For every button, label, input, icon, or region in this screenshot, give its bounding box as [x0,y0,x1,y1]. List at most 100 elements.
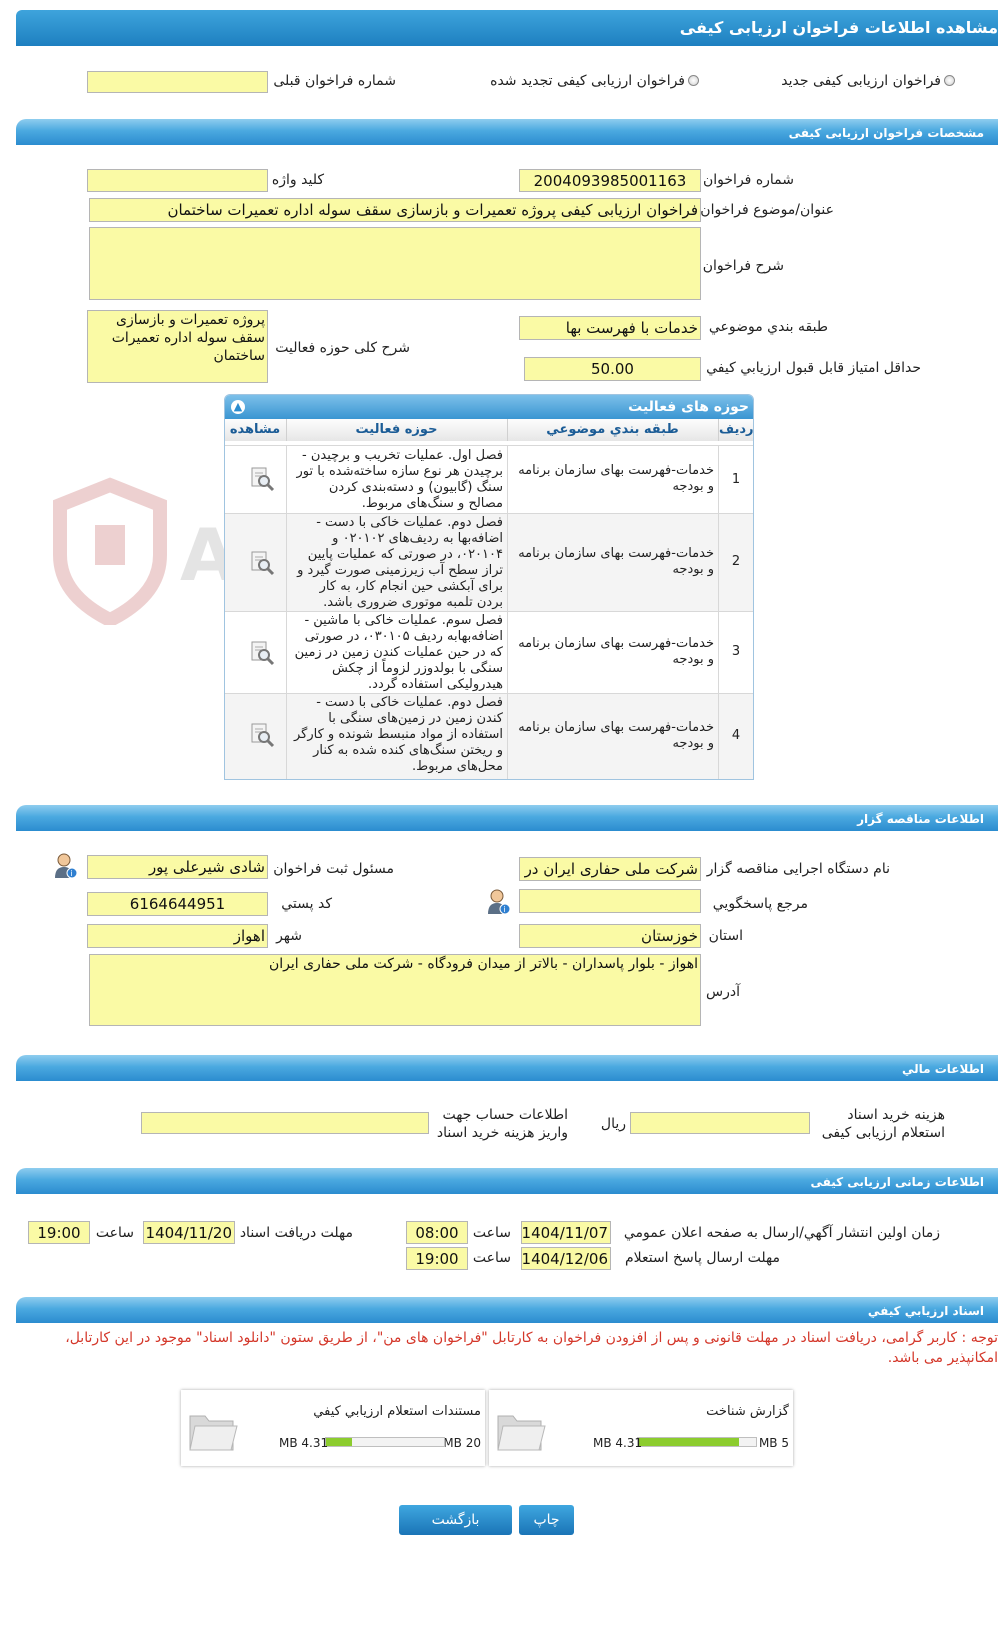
address-field[interactable]: اهواز - بلوار پاسداران - بالاتر از میدان… [89,954,701,1026]
doc-max-size: 5 MB [758,1436,789,1450]
doc-size: 4.31 MB [279,1436,329,1450]
cost-label: هزینه خرید اسناد استعلام ارزیابی کیفی [821,1107,945,1141]
registrar-user-info-icon[interactable]: i [54,853,78,879]
row-index: 2 [731,554,741,569]
registrar-field[interactable]: شادی شیرعلی پور [87,855,268,879]
svg-text:i: i [71,869,73,878]
receive-date-field[interactable]: 1404/11/20 [143,1221,235,1244]
response-time-field[interactable]: 19:00 [406,1247,468,1270]
col-index: رديف [719,419,753,441]
response-time-label: ساعت [472,1250,511,1266]
section-org-title: اطلاعات مناقصه گزار [857,812,984,826]
collapse-icon[interactable]: ▲ [231,400,245,414]
prev-number-label: شماره فراخوان قبلی [273,73,396,89]
category-label: طبقه بندي موضوعي [708,319,828,335]
row-category: خدمات-فهرست بهای سازمان برنامه و بودجه [518,463,714,494]
address-label: آدرس [706,984,740,1000]
publish-date-field[interactable]: 1404/11/07 [521,1221,611,1244]
doc-progress-fill [638,1438,740,1446]
respondent-field[interactable] [519,889,701,913]
province-label: استان [708,928,743,944]
svg-text:i: i [504,905,506,914]
radio-new-label: فراخوان ارزیابی کیفی جدید [781,73,941,89]
publish-time-label: ساعت [472,1225,511,1241]
activity-desc-field[interactable]: پروژه تعمیرات و بازسازی سقف سوله اداره ت… [87,310,268,383]
section-time-header: اطلاعات زمانی ارزیابی کیفی [16,1168,998,1194]
number-label: شماره فراخوان [703,172,794,188]
section-docs-title: اسناد ارزيابي کيفي [867,1304,984,1318]
radio-renewed-label: فراخوان ارزیابی کیفی تجدید شده [490,73,685,89]
doc-progress-bar [325,1437,445,1447]
org-label: نام دستگاه اجرایی مناقصه گزار [706,861,890,877]
response-date-field[interactable]: 1404/12/06 [521,1247,611,1270]
respondent-user-info-icon[interactable]: i [487,889,511,915]
print-button[interactable]: چاپ [519,1505,574,1535]
folder-icon [497,1415,546,1451]
subject-label: عنوان/موضوع فراخوان [700,202,834,218]
account-field[interactable] [141,1112,429,1134]
row-index: 1 [731,472,741,487]
table-row: 1 خدمات-فهرست بهای سازمان برنامه و بودجه… [225,445,753,514]
doc-card[interactable]: مستندات استعلام ارزيابي کيفي 20 MB 4.31 … [181,1390,485,1466]
min-score-label: حداقل امتياز قابل قبول ارزيابي كيفي [706,360,921,376]
registrar-label: مسئول ثبت فراخوان [273,861,394,877]
doc-progress-bar [637,1437,757,1447]
row-activity: فصل دوم. عملیات خاکی با دست - اضافه‌بها … [297,515,503,610]
postal-label: کد پستي [281,896,332,912]
folder-icon [189,1415,238,1451]
radio-renewed[interactable] [688,75,699,86]
row-category: خدمات-فهرست بهای سازمان برنامه و بودجه [518,720,714,751]
publish-time-field[interactable]: 08:00 [406,1221,468,1244]
keyword-field[interactable] [87,169,268,192]
doc-max-size: 20 MB [443,1436,481,1450]
section-spec-title: مشخصات فراخوان ارزیابی کیفی [788,126,984,140]
subject-field[interactable]: فراخوان ارزیابی کیفی پروژه تعمیرات و باز… [89,198,701,222]
table-row: 3 خدمات-فهرست بهای سازمان برنامه و بودجه… [225,611,753,694]
activity-table: حوزه های فعالیت ▲ رديف طبقه بندي موضوعي … [224,394,754,780]
page-title: مشاهده اطلاعات فراخوان ارزیابی کیفی [679,18,998,37]
section-finance-header: اطلاعات مالي [16,1055,998,1081]
prev-number-field[interactable] [87,71,268,93]
receive-time-label: ساعت [95,1225,134,1241]
description-field[interactable] [89,227,701,300]
docs-notice: توجه : کاربر گرامی، دریافت اسناد در مهلت… [65,1330,998,1366]
section-finance-title: اطلاعات مالي [901,1062,984,1076]
province-field[interactable]: خوزستان [519,924,701,948]
back-button[interactable]: بازگشت [399,1505,512,1535]
city-field[interactable]: اهواز [87,924,268,948]
category-field[interactable]: خدمات با فهرست بها [519,316,701,340]
view-magnifier-icon[interactable] [249,550,275,576]
doc-name: مستندات استعلام ارزيابي کيفي [313,1404,481,1419]
org-field[interactable]: شرکت ملی حفاری ایران در [519,857,701,881]
row-category: خدمات-فهرست بهای سازمان برنامه و بودجه [518,636,714,667]
view-magnifier-icon[interactable] [249,722,275,748]
min-score-field[interactable]: 50.00 [524,357,701,381]
activity-table-header: حوزه های فعالیت ▲ [225,395,753,419]
cost-field[interactable] [630,1112,810,1134]
radio-new[interactable] [944,75,955,86]
row-activity: فصل دوم. عملیات خاکی با دست - کندن زمین … [293,695,503,774]
section-org-header: اطلاعات مناقصه گزار [16,805,998,831]
view-magnifier-icon[interactable] [249,640,275,666]
doc-card[interactable]: گزارش شناخت 5 MB 4.31 MB [489,1390,793,1466]
city-label: شهر [276,928,302,944]
section-time-title: اطلاعات زمانی ارزیابی کیفی [810,1175,984,1189]
row-index: 4 [731,728,741,743]
doc-size: 4.31 MB [593,1436,643,1450]
col-view: مشاهده [225,419,287,441]
row-activity: فصل اول. عملیات تخریب و برچیدن - برچیدن … [296,448,503,511]
receive-time-field[interactable]: 19:00 [28,1221,90,1244]
number-field[interactable]: 2004093985001163 [519,169,701,192]
doc-name: گزارش شناخت [706,1404,789,1419]
cost-unit: ريال [600,1116,626,1132]
section-docs-header: اسناد ارزيابي کيفي [16,1297,998,1323]
receive-label: مهلت دریافت اسناد [239,1225,353,1241]
view-magnifier-icon[interactable] [249,466,275,492]
activity-desc-label: شرح کلی حوزه فعالیت [275,340,410,356]
table-row: 4 خدمات-فهرست بهای سازمان برنامه و بودجه… [225,693,753,779]
keyword-label: کلید واژه [271,172,324,188]
postal-field[interactable]: 6164644951 [87,892,268,916]
description-label: شرح فراخوان [702,258,784,274]
row-index: 3 [731,644,741,659]
account-label: اطلاعات حساب جهت واریز هزینه خرید اسناد [436,1107,568,1141]
